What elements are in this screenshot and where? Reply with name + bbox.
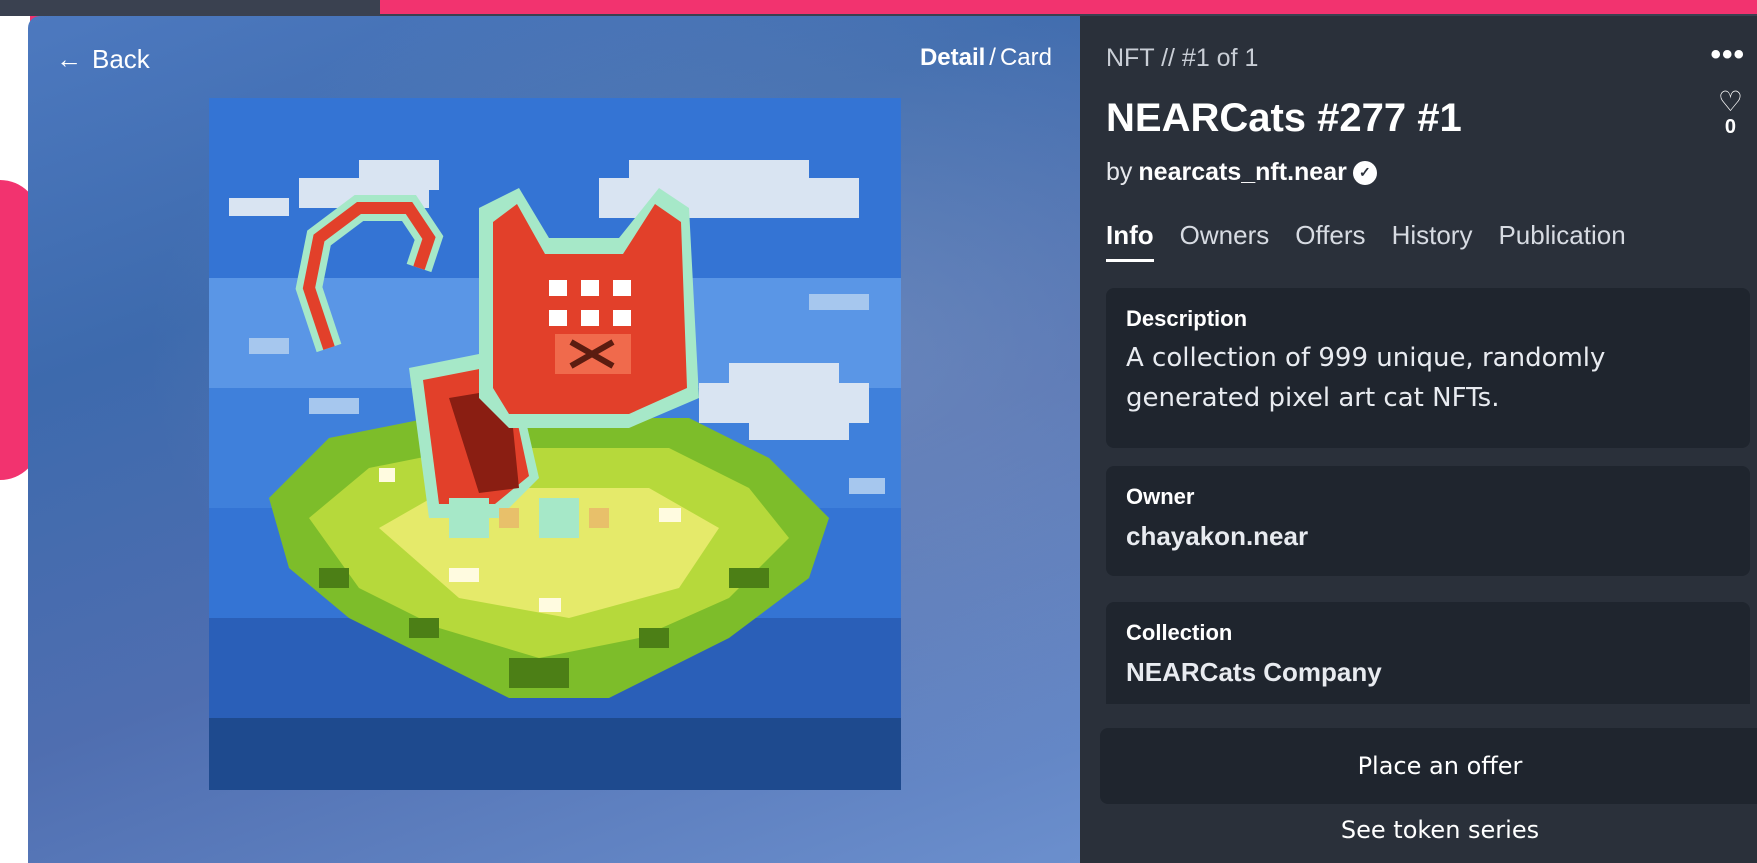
- by-prefix: by: [1106, 158, 1133, 186]
- owner-label: Owner: [1126, 484, 1195, 509]
- verified-badge-icon: ✓: [1352, 160, 1377, 185]
- back-label: Back: [92, 44, 150, 74]
- like-count: 0: [1724, 116, 1736, 138]
- see-token-series-link[interactable]: See token series: [1100, 816, 1757, 844]
- creator-link[interactable]: nearcats_nft.near: [1138, 158, 1346, 187]
- back-button[interactable]: ← Back: [56, 44, 150, 75]
- nft-pixel-art: [209, 98, 901, 790]
- tab-info[interactable]: Info: [1106, 220, 1154, 262]
- background-pink-band: [380, 0, 1757, 14]
- view-mode-card[interactable]: Card: [1000, 44, 1052, 71]
- more-dots-icon[interactable]: •••: [1710, 38, 1745, 72]
- description-text: A collection of 999 unique, randomly gen…: [1126, 343, 1606, 413]
- collection-link[interactable]: NEARCats Company: [1126, 652, 1730, 692]
- place-offer-button[interactable]: Place an offer: [1100, 728, 1757, 804]
- view-mode-separator: /: [989, 44, 996, 71]
- info-panel: NFT // #1 of 1 ••• ♡ 0 NEARCats #277 #1 …: [1080, 16, 1757, 863]
- edition-label: NFT // #1 of 1: [1106, 44, 1259, 72]
- owner-card: Owner chayakon.near: [1106, 466, 1750, 576]
- token-detail-modal: ← Back Detail / Card NFT // #1 of 1 ••• …: [28, 16, 1757, 863]
- tab-bar: Info Owners Offers History Publication: [1106, 220, 1626, 262]
- description-card: Description A collection of 999 unique, …: [1106, 288, 1750, 448]
- description-label: Description: [1126, 306, 1248, 331]
- scroll-fade: [1080, 704, 1757, 724]
- tab-history[interactable]: History: [1392, 220, 1473, 262]
- tab-owners[interactable]: Owners: [1180, 220, 1270, 262]
- view-mode-toggle: Detail / Card: [920, 44, 1052, 72]
- nft-image: [209, 98, 901, 790]
- creator-line: by nearcats_nft.near ✓: [1106, 158, 1377, 187]
- heart-icon: ♡: [1717, 86, 1743, 117]
- owner-link[interactable]: chayakon.near: [1126, 516, 1730, 556]
- like-button[interactable]: ♡ 0: [1718, 88, 1743, 139]
- arrow-left-icon: ←: [56, 44, 82, 74]
- media-panel: ← Back Detail / Card: [28, 16, 1080, 863]
- tab-offers[interactable]: Offers: [1295, 220, 1365, 262]
- view-mode-detail[interactable]: Detail: [920, 44, 985, 71]
- token-title: NEARCats #277 #1: [1106, 96, 1462, 140]
- collection-label: Collection: [1126, 620, 1233, 645]
- tab-publication[interactable]: Publication: [1498, 220, 1625, 262]
- collection-card: Collection NEARCats Company: [1106, 602, 1750, 712]
